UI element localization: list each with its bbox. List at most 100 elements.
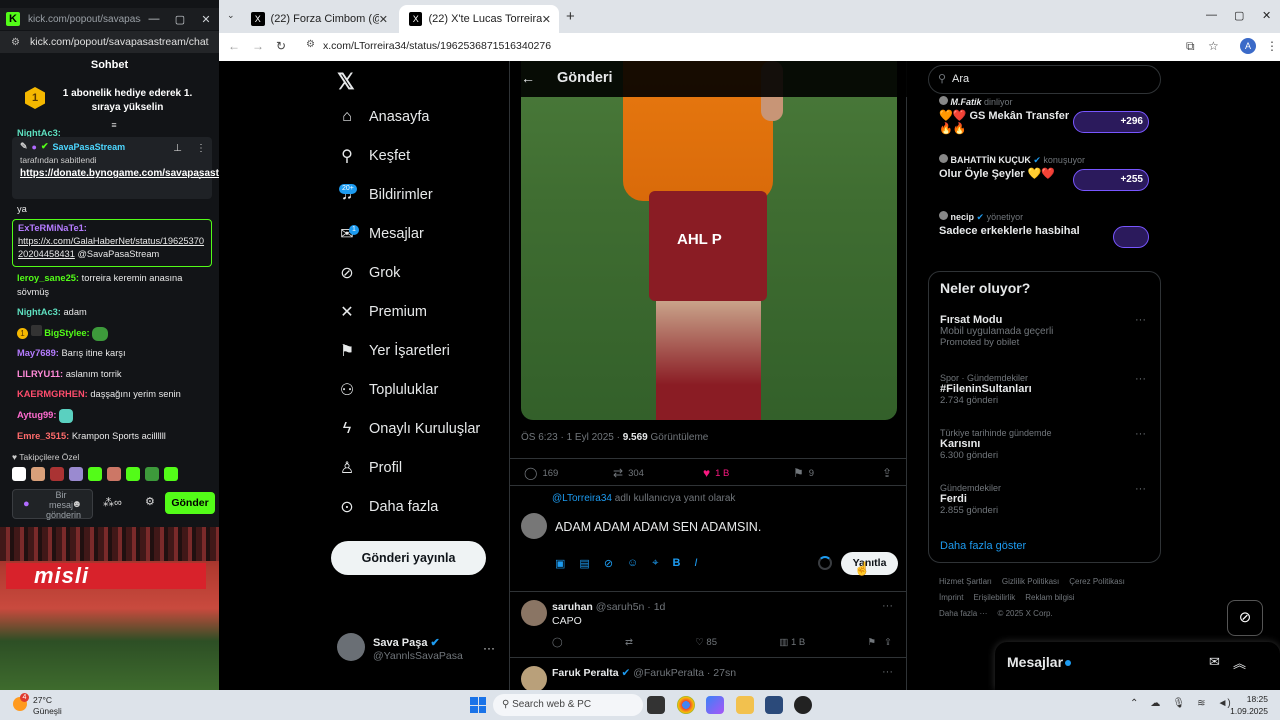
close-button[interactable]: ✕: [193, 13, 219, 26]
emote-icon[interactable]: [126, 467, 140, 481]
reload-icon[interactable]: ↻: [276, 39, 286, 53]
profile-avatar[interactable]: A: [1240, 38, 1256, 54]
reply-icon[interactable]: ◯: [552, 637, 563, 648]
nav-explore[interactable]: ⚲ Keşfet: [337, 146, 410, 166]
reply-action[interactable]: ◯ 169: [524, 466, 558, 480]
mic-icon[interactable]: ●: [23, 498, 30, 510]
menu-icon[interactable]: ⋮: [1266, 39, 1278, 53]
space-listeners[interactable]: +296: [1073, 111, 1149, 133]
messages-drawer[interactable]: Mesajlar ✉ ︽: [995, 642, 1280, 690]
chevron-down-icon[interactable]: ⌄: [196, 171, 204, 182]
expand-icon[interactable]: ︽: [1233, 653, 1246, 672]
gif-icon[interactable]: ▤: [579, 557, 589, 570]
share-action[interactable]: ⇪: [882, 466, 892, 480]
forward-icon[interactable]: →: [252, 39, 264, 53]
emote-icon[interactable]: [107, 467, 121, 481]
chat-actions-icon[interactable]: ⁂∞: [103, 496, 122, 509]
send-button[interactable]: Gönder: [165, 492, 215, 514]
chrome-icon[interactable]: [677, 696, 695, 714]
tab-lucas-torreira[interactable]: X (22) X'te Lucas Torreira #LT14: " ✕: [399, 5, 559, 33]
trend-item[interactable]: Türkiye tarihinde gündemde Karısını 6.30…: [940, 428, 1150, 461]
clock[interactable]: 18:25 1.09.2025: [1228, 693, 1268, 717]
trend-item[interactable]: Spor · Gündemdekiler #FileninSultanları …: [940, 373, 1150, 406]
emote-icon[interactable]: [50, 467, 64, 481]
file-explorer-icon[interactable]: [736, 696, 754, 714]
more-icon[interactable]: ···: [882, 600, 893, 612]
reply-tweet[interactable]: saruhan @saruh5n · 1d CAPO ··· ◯ ⇄ ♡ 85 …: [510, 591, 907, 657]
pinned-link[interactable]: https://donate.bynogame.com/savapasastre…: [20, 167, 219, 180]
close-tab-icon[interactable]: ✕: [379, 13, 388, 26]
trend-item[interactable]: Fırsat Modu Mobil uygulamada geçerli Pro…: [940, 314, 1150, 348]
nav-verified-orgs[interactable]: ϟ Onaylı Kuruluşlar: [337, 419, 480, 439]
store-icon[interactable]: [765, 696, 783, 714]
task-view-icon[interactable]: [647, 696, 665, 714]
unpin-icon[interactable]: ⊥: [173, 143, 182, 154]
address-bar[interactable]: x.com/LTorreira34/status/196253687151634…: [323, 40, 551, 52]
bookmark-action[interactable]: ⚑ 9: [793, 466, 814, 480]
nav-home[interactable]: ⌂ Anasayfa: [337, 107, 429, 127]
reply-tweet[interactable]: Faruk Peralta ✔ @FarukPeralta · 27sn ···: [510, 657, 907, 690]
emote-icon[interactable]: [69, 467, 83, 481]
minimize-button[interactable]: —: [1206, 9, 1217, 21]
avatar[interactable]: [521, 666, 547, 690]
tab-forza-cimbom[interactable]: X (22) Forza Cimbom (@forzacim ✕: [241, 5, 396, 33]
tab-search-icon[interactable]: ⌄: [227, 10, 235, 21]
reply-textbox[interactable]: ADAM ADAM ADAM SEN ADAMSIN.: [555, 520, 761, 534]
more-icon[interactable]: ···: [1135, 314, 1146, 326]
like-action[interactable]: ♡ 85: [695, 637, 717, 648]
kick-url-bar[interactable]: ⚙ kick.com/popout/savapasastream/chat: [0, 31, 219, 53]
more-icon[interactable]: ···: [1135, 483, 1146, 495]
nav-premium[interactable]: ✕ Premium: [337, 302, 427, 322]
show-more-link[interactable]: Daha fazla göster: [940, 540, 1026, 552]
wifi-icon[interactable]: ≋: [1197, 698, 1205, 709]
repost-icon[interactable]: ⇄: [625, 637, 633, 648]
location-icon[interactable]: ⌖: [652, 557, 658, 570]
pinned-message[interactable]: ✎ ● ✔ SavaPasaStream ⊥ ⋮ tarafından sabi…: [12, 137, 219, 199]
sub-goal-banner[interactable]: 1 1 abonelik hediye ederek 1. sıraya yük…: [0, 80, 219, 120]
avatar[interactable]: [521, 600, 547, 626]
close-tab-icon[interactable]: ✕: [542, 13, 551, 26]
bookmark-star-icon[interactable]: ☆: [1208, 39, 1219, 53]
install-app-icon[interactable]: ⧉: [1186, 39, 1195, 54]
copilot-icon[interactable]: [706, 696, 724, 714]
chevron-up-icon[interactable]: ⌃: [1130, 698, 1138, 709]
repost-action[interactable]: ⇄ 304: [613, 466, 644, 480]
space-card[interactable]: necip ✔ yönetiyor Sadece erkeklerle hasb…: [931, 211, 1163, 259]
emote-icon[interactable]: [145, 467, 159, 481]
grok-icon[interactable]: ⊘: [604, 557, 613, 570]
emote-icon[interactable]: [12, 467, 26, 481]
cloud-icon[interactable]: ☁: [1150, 698, 1160, 709]
bold-icon[interactable]: B: [672, 557, 680, 570]
post-button[interactable]: Gönderi yayınla: [331, 541, 486, 575]
mic-icon[interactable]: 🎙: [1172, 698, 1185, 709]
more-icon[interactable]: ⋮: [196, 143, 206, 154]
minimize-button[interactable]: —: [141, 13, 167, 25]
bookmark-share-icons[interactable]: ⚑ ⇪: [868, 637, 892, 648]
maximize-button[interactable]: ▢: [1234, 9, 1244, 22]
weather-widget[interactable]: 4 27°C Güneşli: [13, 693, 73, 717]
emoji-icon[interactable]: ☺: [627, 557, 638, 570]
emote-icon[interactable]: [164, 467, 178, 481]
like-action[interactable]: ♥ 1 B: [703, 466, 729, 480]
emote-icon[interactable]: [31, 467, 45, 481]
search-input[interactable]: ⚲ Ara: [928, 65, 1161, 94]
views-action[interactable]: ▥ 1 B: [779, 637, 805, 648]
emoji-icon[interactable]: ☻: [71, 499, 82, 510]
more-icon[interactable]: ···: [1135, 373, 1146, 385]
space-card[interactable]: BAHATTİN KUÇUK ✔ konuşuyor Olur Öyle Şey…: [931, 154, 1163, 202]
image-icon[interactable]: ▣: [555, 557, 565, 570]
space-card[interactable]: M.Fatik dinliyor 🧡❤️ GS Mekân Transfer 🔥…: [931, 96, 1163, 144]
site-info-icon[interactable]: ⚙: [306, 39, 315, 50]
space-listeners[interactable]: +255: [1073, 169, 1149, 191]
windows-start-icon[interactable]: [470, 697, 486, 713]
settings-gear-icon[interactable]: ⚙: [145, 495, 155, 508]
nav-grok[interactable]: ⊘ Grok: [337, 263, 400, 283]
taskbar-search[interactable]: ⚲ Search web & PC: [493, 694, 643, 716]
back-icon[interactable]: ←: [228, 39, 240, 53]
more-icon[interactable]: ···: [1135, 428, 1146, 440]
grok-button[interactable]: ⊘: [1227, 600, 1263, 636]
app-icon[interactable]: [794, 696, 812, 714]
emote-icon[interactable]: [88, 467, 102, 481]
message-input[interactable]: ● Bir mesaj gönderin ☻: [12, 489, 93, 520]
site-info-icon[interactable]: ⚙: [11, 37, 23, 48]
